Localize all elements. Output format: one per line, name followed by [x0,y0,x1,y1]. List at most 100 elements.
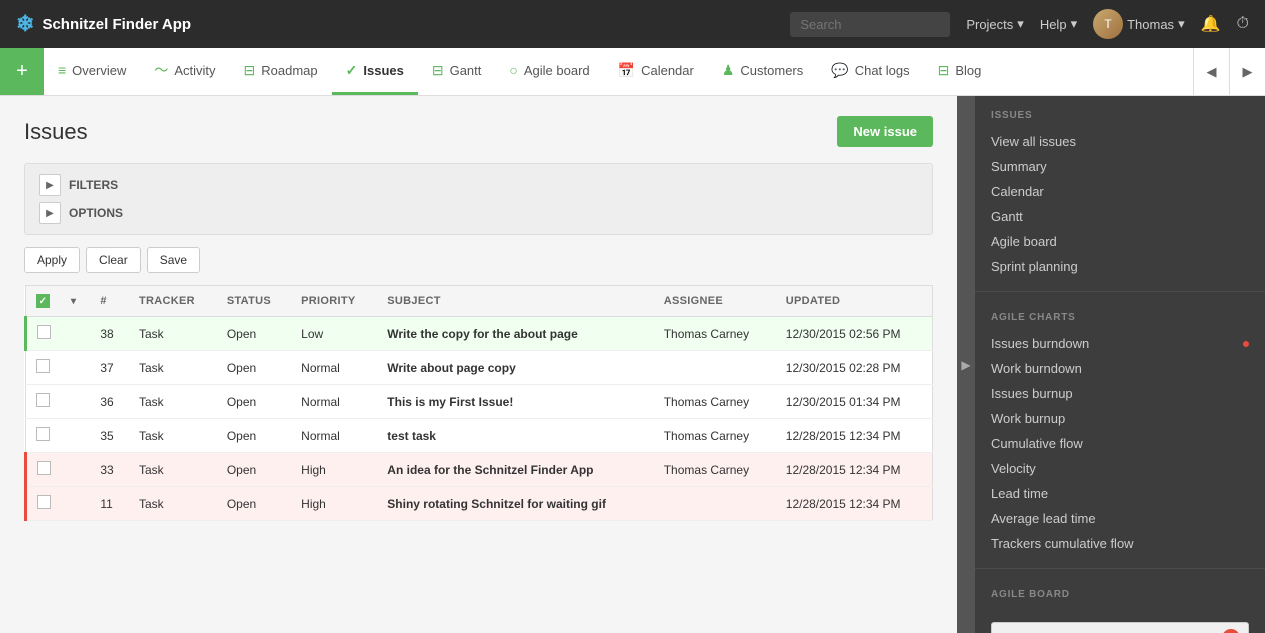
top-nav-help[interactable]: Help ▾ [1040,16,1077,32]
col-number[interactable]: # [90,286,129,317]
col-assignee[interactable]: ASSIGNEE [654,286,776,317]
cell-subject[interactable]: Write about page copy [377,351,653,385]
sort-icon[interactable]: ▾ [71,296,76,307]
save-button[interactable]: Save [147,247,200,273]
nav-item-calendar[interactable]: 📅 Calendar [604,48,708,95]
activity-icon: 〜 [154,60,168,80]
sidebar-item-trackers-cumulative-flow[interactable]: Trackers cumulative flow [991,531,1249,556]
add-button[interactable]: + [0,48,44,95]
col-priority[interactable]: PRIORITY [291,286,377,317]
nav-item-chat-logs[interactable]: 💬 Chat logs [817,48,923,95]
cell-number: 36 [90,385,129,419]
filters-row: ▶ FILTERS [39,174,918,196]
col-status[interactable]: STATUS [217,286,291,317]
row-checkbox[interactable] [37,495,51,509]
nav-item-overview[interactable]: ≡ Overview [44,48,140,95]
nav-arrows: ◀ ▶ [1193,48,1265,95]
search-input[interactable] [790,12,950,37]
nav-prev-arrow[interactable]: ◀ [1193,48,1229,95]
new-issue-button[interactable]: New issue [837,116,933,147]
overview-icon: ≡ [58,62,66,78]
sidebar-agile-board-title: AGILE BOARD [991,589,1249,600]
cell-subject[interactable]: Shiny rotating Schnitzel for waiting gif [377,487,653,521]
cell-sort [61,419,90,453]
col-tracker[interactable]: TRACKER [129,286,217,317]
sidebar-item-average-lead-time[interactable]: Average lead time [991,506,1249,531]
nav-item-gantt[interactable]: ⊟ Gantt [418,48,496,95]
avatar: T [1093,9,1123,39]
nav-item-blog[interactable]: ⊟ Blog [924,48,996,95]
nav-item-roadmap[interactable]: ⊟ Roadmap [230,48,332,95]
cell-subject[interactable]: Write the copy for the about page [377,317,653,351]
sidebar-item-view-all-issues[interactable]: View all issues [991,129,1249,154]
top-nav-projects[interactable]: Projects ▾ [966,16,1024,32]
cell-number: 33 [90,453,129,487]
nav-item-agile-board[interactable]: ○ Agile board [495,48,603,95]
sidebar-item-issues-burndown[interactable]: Issues burndown [991,331,1249,356]
row-checkbox[interactable] [37,325,51,339]
sidebar-item-agile-board[interactable]: Agile board [991,229,1249,254]
nav-item-customers[interactable]: ♟ Customers [708,48,817,95]
cell-status: Open [217,487,291,521]
col-sort: ▾ [61,286,90,317]
table-header-row: ✓ ▾ # TRACKER STATUS PRIORITY SUBJECT AS… [26,286,933,317]
issues-burndown-dot [1243,341,1249,347]
row-checkbox[interactable] [36,427,50,441]
options-toggle[interactable]: ▶ [39,202,61,224]
cell-status: Open [217,317,291,351]
sidebar-divider-1 [975,291,1265,292]
col-subject[interactable]: SUBJECT [377,286,653,317]
cell-number: 38 [90,317,129,351]
row-checkbox[interactable] [37,461,51,475]
col-updated[interactable]: UPDATED [776,286,933,317]
row-checkbox[interactable] [36,359,50,373]
sidebar-item-gantt[interactable]: Gantt [991,204,1249,229]
timer-icon[interactable]: ⏱ [1237,15,1249,33]
cell-subject[interactable]: This is my First Issue! [377,385,653,419]
sidebar-item-calendar[interactable]: Calendar [991,179,1249,204]
issues-icon: ✓ [346,62,358,79]
issues-table: ✓ ▾ # TRACKER STATUS PRIORITY SUBJECT AS… [24,285,933,521]
app-logo[interactable]: ❄ Schnitzel Finder App [16,11,191,37]
roadmap-icon: ⊟ [244,62,256,79]
nav-item-activity[interactable]: 〜 Activity [140,48,229,95]
cell-updated: 12/30/2015 02:28 PM [776,351,933,385]
chat-close-button[interactable]: ✕ [1222,629,1240,633]
sidebar-item-velocity[interactable]: Velocity [991,456,1249,481]
sidebar-item-work-burndown[interactable]: Work burndown [991,356,1249,381]
sidebar-item-summary[interactable]: Summary [991,154,1249,179]
cell-priority: Normal [291,385,377,419]
user-menu[interactable]: T Thomas ▾ [1093,9,1185,39]
sidebar-item-work-burnup[interactable]: Work burnup [991,406,1249,431]
cell-assignee: Thomas Carney [654,385,776,419]
cell-subject[interactable]: An idea for the Schnitzel Finder App [377,453,653,487]
sidebar-item-sprint-planning[interactable]: Sprint planning [991,254,1249,279]
cell-sort [61,317,90,351]
chat-bar[interactable]: Chat (offline) ▲ ✕ [991,622,1249,633]
cell-priority: Normal [291,419,377,453]
cell-sort [61,487,90,521]
cell-number: 11 [90,487,129,521]
notifications-icon[interactable]: 🔔 [1201,14,1221,34]
cell-updated: 12/30/2015 01:34 PM [776,385,933,419]
col-check: ✓ [26,286,62,317]
cell-tracker: Task [129,487,217,521]
main-layout: Issues New issue ▶ FILTERS ▶ OPTIONS App… [0,96,1265,633]
clear-button[interactable]: Clear [86,247,141,273]
sidebar-item-issues-burnup[interactable]: Issues burnup [991,381,1249,406]
cell-sort [61,385,90,419]
cell-updated: 12/28/2015 12:34 PM [776,453,933,487]
nav-item-issues[interactable]: ✓ Issues [332,48,418,95]
cell-subject[interactable]: test task [377,419,653,453]
apply-button[interactable]: Apply [24,247,80,273]
sidebar-item-cumulative-flow[interactable]: Cumulative flow [991,431,1249,456]
cell-sort [61,351,90,385]
sidebar-toggle-button[interactable]: ▶ [957,96,975,633]
cell-status: Open [217,385,291,419]
select-all-checkbox[interactable]: ✓ [36,294,50,308]
row-checkbox[interactable] [36,393,50,407]
nav-next-arrow[interactable]: ▶ [1229,48,1265,95]
cell-assignee: Thomas Carney [654,317,776,351]
sidebar-item-lead-time[interactable]: Lead time [991,481,1249,506]
filters-toggle[interactable]: ▶ [39,174,61,196]
